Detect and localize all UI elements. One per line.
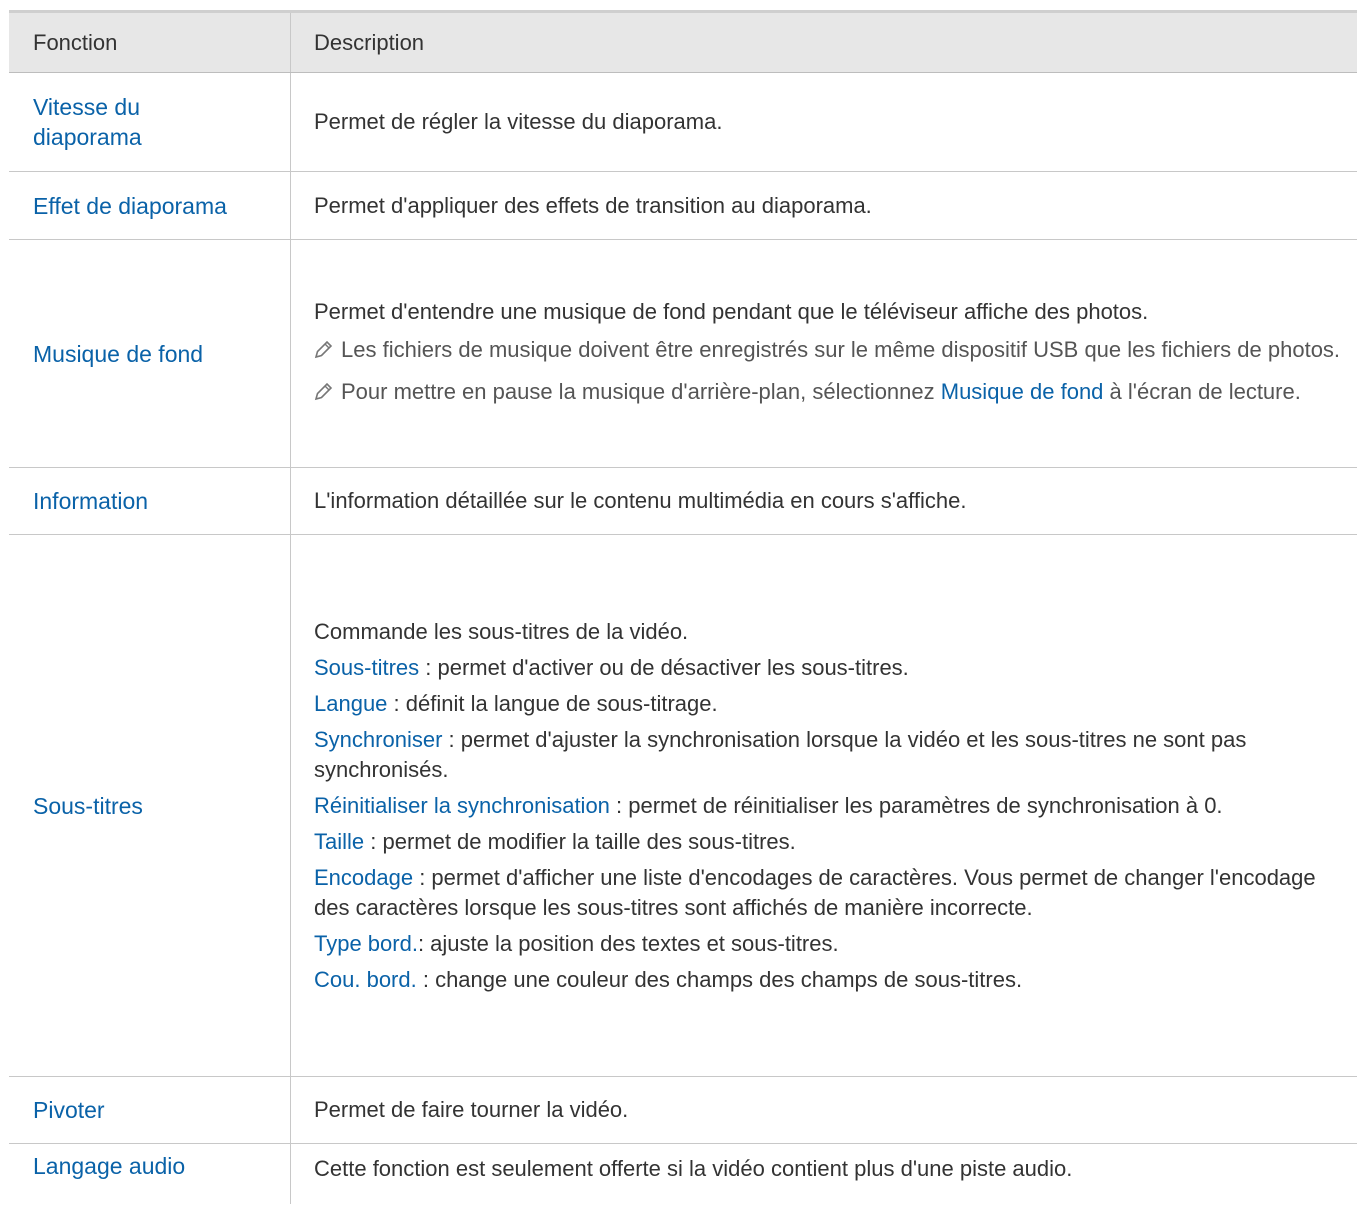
table-row: Vitesse du diaporama Permet de régler la… — [9, 73, 1357, 172]
option-text: : permet de modifier la taille des sous-… — [364, 828, 796, 854]
note-text: Les fichiers de musique doivent être enr… — [341, 336, 1341, 362]
pencil-icon — [314, 335, 341, 367]
note: Pour mettre en pause la musique d'arrièr… — [314, 377, 1343, 409]
description-cell: Commande les sous-titres de la vidéo. So… — [290, 535, 1357, 1076]
header-function: Fonction — [33, 29, 118, 55]
option-line: Taille : permet de modifier la taille de… — [314, 827, 1343, 857]
option-line: Cou. bord. : change une couleur des cham… — [314, 965, 1343, 995]
function-name[interactable]: Information — [9, 468, 290, 534]
option-line: Langue : définit la langue de sous-titra… — [314, 689, 1343, 719]
note-keyword[interactable]: Musique de fond — [941, 379, 1104, 404]
table-row: Sous-titres Commande les sous-titres de … — [9, 535, 1357, 1077]
description-text: Permet de faire tourner la vidéo. — [314, 1097, 629, 1122]
option-keyword[interactable]: Synchroniser — [314, 727, 442, 752]
function-name[interactable]: Effet de diaporama — [9, 172, 290, 239]
option-text: : ajuste la position des textes et sous-… — [417, 930, 839, 956]
option-keyword[interactable]: Taille — [314, 829, 364, 854]
note-text-start: Pour mettre en pause la musique d'arrièr… — [341, 378, 941, 404]
description-text: L'information détaillée sur le contenu m… — [314, 488, 967, 513]
option-keyword[interactable]: Encodage — [314, 865, 413, 890]
table-row: Information L'information détaillée sur … — [9, 468, 1357, 535]
option-text: : permet de réinitialiser les paramètres… — [609, 792, 1223, 818]
option-text: : permet d'activer ou de désactiver les … — [419, 654, 909, 680]
description-text: Permet d'entendre une musique de fond pe… — [314, 298, 1149, 324]
option-keyword[interactable]: Cou. bord. — [314, 967, 417, 992]
note: Les fichiers de musique doivent être enr… — [314, 335, 1343, 367]
table-row: Langage audio Cette fonction est seuleme… — [9, 1144, 1357, 1204]
description-cell: Cette fonction est seulement offerte si … — [290, 1144, 1357, 1204]
description-cell: Permet d'appliquer des effets de transit… — [290, 172, 1357, 239]
note-text-end: à l'écran de lecture. — [1103, 378, 1301, 404]
note-text: Pour mettre en pause la musique d'arrièr… — [341, 377, 1343, 409]
header-description: Description — [290, 13, 1357, 72]
pencil-icon — [314, 377, 341, 409]
description-text: Cette fonction est seulement offerte si … — [314, 1156, 1073, 1181]
description-cell: Permet de faire tourner la vidéo. — [290, 1077, 1357, 1143]
description-text: Commande les sous-titres de la vidéo. — [314, 618, 689, 644]
option-text: : permet d'afficher une liste d'encodage… — [314, 864, 1316, 920]
table-row: Pivoter Permet de faire tourner la vidéo… — [9, 1077, 1357, 1144]
option-keyword[interactable]: Langue — [314, 691, 387, 716]
option-text: : définit la langue de sous-titrage. — [387, 690, 718, 716]
option-line: Sous-titres : permet d'activer ou de dés… — [314, 653, 1343, 683]
option-line: Réinitialiser la synchronisation : perme… — [314, 791, 1343, 821]
table-header: Fonction Description — [9, 13, 1357, 73]
description-cell: Permet d'entendre une musique de fond pe… — [290, 240, 1357, 467]
function-name[interactable]: Vitesse du diaporama — [9, 73, 290, 171]
function-table: Fonction Description Vitesse du diaporam… — [9, 10, 1357, 1204]
description-cell: L'information détaillée sur le contenu m… — [290, 468, 1357, 534]
function-name[interactable]: Sous-titres — [9, 535, 290, 1076]
function-name[interactable]: Langage audio — [9, 1144, 290, 1204]
option-line: Type bord.: ajuste la position des texte… — [314, 929, 1343, 959]
function-name[interactable]: Musique de fond — [9, 240, 290, 467]
option-line: Encodage : permet d'afficher une liste d… — [314, 863, 1343, 923]
option-line: Synchroniser : permet d'ajuster la synch… — [314, 725, 1343, 785]
table-row: Effet de diaporama Permet d'appliquer de… — [9, 172, 1357, 240]
table-row: Musique de fond Permet d'entendre une mu… — [9, 240, 1357, 468]
function-name[interactable]: Pivoter — [9, 1077, 290, 1143]
option-keyword[interactable]: Type bord. — [314, 931, 418, 956]
description-text: Permet de régler la vitesse du diaporama… — [314, 109, 723, 134]
option-text: : change une couleur des champs des cham… — [416, 966, 1023, 992]
description-cell: Permet de régler la vitesse du diaporama… — [290, 73, 1357, 171]
option-keyword[interactable]: Sous-titres — [314, 655, 419, 680]
description-text: Permet d'appliquer des effets de transit… — [314, 192, 872, 218]
option-keyword[interactable]: Réinitialiser la synchronisation — [314, 793, 610, 818]
option-text: : permet d'ajuster la synchronisation lo… — [314, 726, 1247, 782]
